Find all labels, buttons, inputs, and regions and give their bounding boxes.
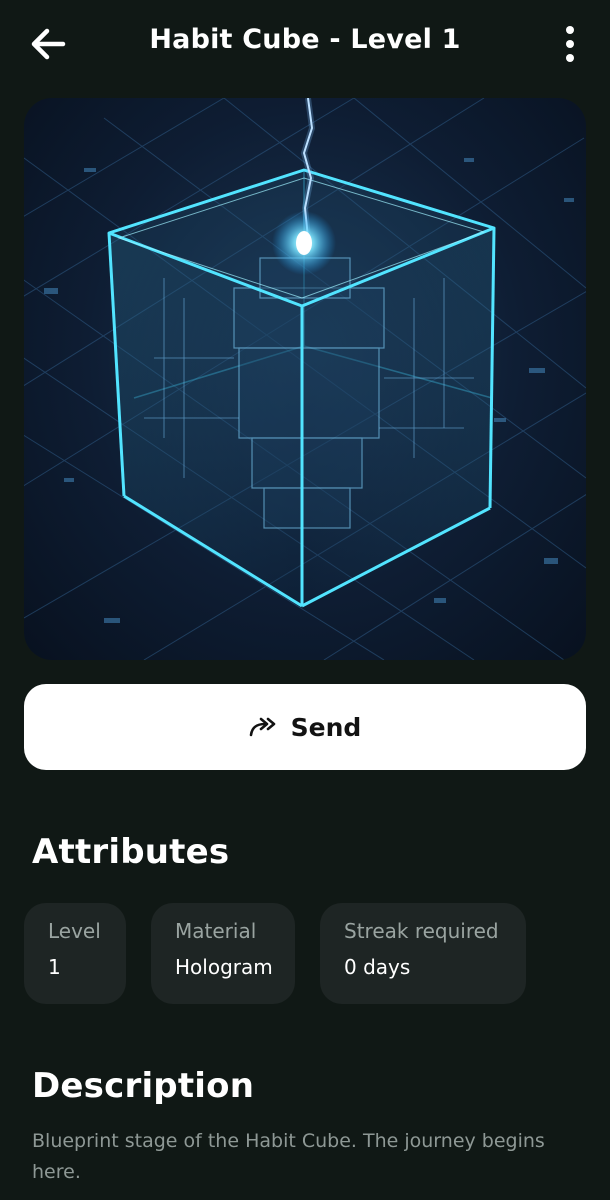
attribute-label: Streak required (344, 919, 499, 943)
attribute-label: Level (48, 919, 101, 943)
attribute-label: Material (175, 919, 257, 943)
attribute-value: 1 (48, 955, 61, 979)
habit-cube-image (24, 98, 586, 660)
description-heading: Description (32, 1066, 255, 1106)
send-button[interactable]: Send (24, 684, 586, 770)
more-vertical-icon-dot (566, 54, 574, 62)
send-forward-icon (249, 717, 275, 737)
top-app-bar: Habit Cube - Level 1 (0, 0, 610, 90)
attribute-value: 0 days (344, 955, 411, 979)
description-text: Blueprint stage of the Habit Cube. The j… (32, 1130, 545, 1183)
attribute-card-material: Material Hologram (151, 903, 295, 1004)
habit-cube-detail-screen: Habit Cube - Level 1 Send Attributes Lev… (0, 0, 610, 1200)
more-vertical-icon (566, 26, 574, 34)
attribute-card-streak: Streak required 0 days (320, 903, 526, 1004)
attribute-value: Hologram (175, 955, 273, 979)
attributes-heading: Attributes (32, 832, 230, 872)
page-title: Habit Cube - Level 1 (149, 24, 461, 55)
more-options-button[interactable] (558, 22, 582, 66)
back-button[interactable] (22, 22, 74, 66)
attribute-card-level: Level 1 (24, 903, 126, 1004)
hologram-cube-illustration (24, 98, 586, 660)
send-button-label: Send (290, 712, 362, 742)
more-vertical-icon-dot (566, 40, 574, 48)
arrow-left-icon (31, 28, 66, 60)
